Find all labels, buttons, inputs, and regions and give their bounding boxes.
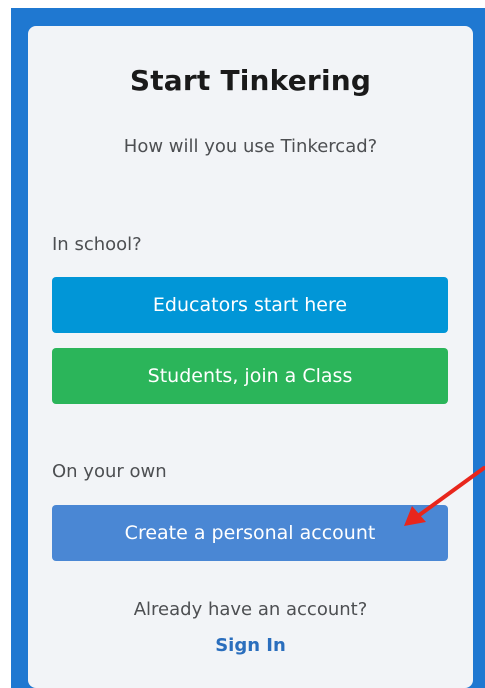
educators-button-label: Educators start here [152,294,348,316]
already-have-account-text: Already have an account? [133,599,368,620]
personal-account-button-label: Create a personal account [124,522,376,544]
in-school-label: In school? [52,234,142,255]
start-tinkering-card: Start Tinkering How will you use Tinkerc… [28,26,473,688]
sign-in-link[interactable]: Sign In [28,635,473,656]
create-personal-account-button[interactable]: Create a personal account [52,505,448,561]
card-subtitle: How will you use Tinkercad? [123,136,378,157]
students-button-label: Students, join a Class [147,365,353,387]
educators-start-here-button[interactable]: Educators start here [52,277,448,333]
on-your-own-label: On your own [52,461,167,482]
students-join-class-button[interactable]: Students, join a Class [52,348,448,404]
card-title: Start Tinkering [129,64,372,97]
